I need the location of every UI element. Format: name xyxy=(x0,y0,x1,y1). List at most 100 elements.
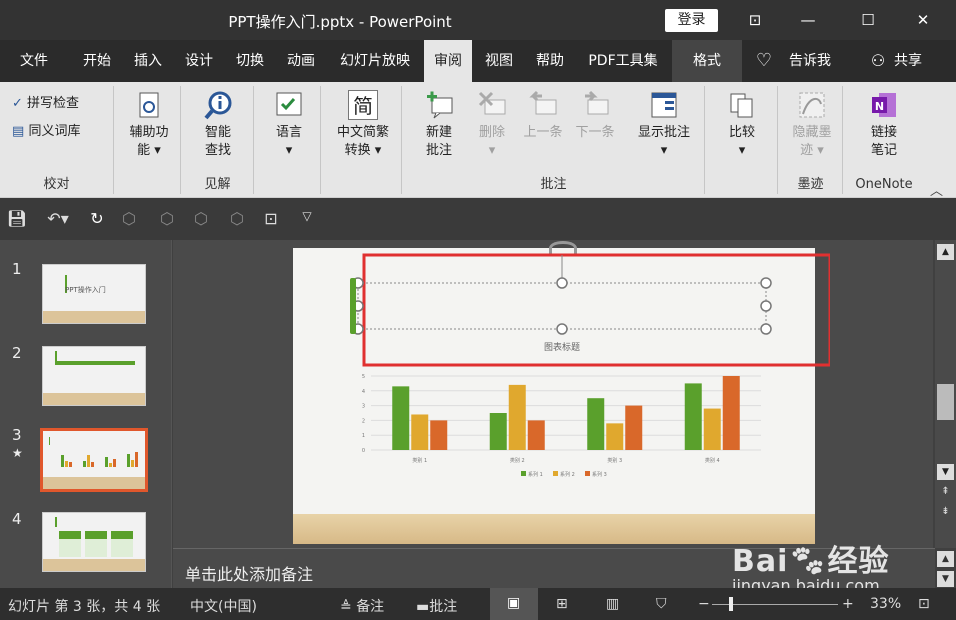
shape-icon-1[interactable]: ⬡ xyxy=(118,209,140,228)
share-button[interactable]: 共享 xyxy=(888,40,928,82)
shape-icon-4[interactable]: ⬡ xyxy=(226,209,248,228)
language-status[interactable]: 中文(中国) xyxy=(190,596,257,616)
comments-toggle-label: 批注 xyxy=(429,599,458,615)
fit-slide-icon[interactable]: ⊡ xyxy=(918,596,930,612)
group-onenote: N 链接 笔记 OneNote xyxy=(844,86,924,194)
new-comment-button[interactable]: 新建 批注 xyxy=(409,90,469,160)
chinese-convert-button[interactable]: 简 中文简繁 转换 ▾ xyxy=(328,90,398,160)
ribbon-display-icon[interactable]: ⊡ xyxy=(740,8,770,32)
linked-notes-button[interactable]: N 链接 笔记 xyxy=(856,90,912,160)
accessibility-button[interactable]: 辅助功能 ▾ xyxy=(121,90,177,160)
slide-sorter-icon[interactable]: ⊞ xyxy=(556,596,568,612)
hide-ink-icon xyxy=(799,92,825,118)
comment-icon: ▬ xyxy=(416,599,430,615)
next-comment-label: 下一条 xyxy=(575,125,615,140)
spell-check-button[interactable]: ✓ 拼写检查 xyxy=(12,92,79,111)
thesaurus-button[interactable]: ▤ 同义词库 xyxy=(12,120,80,139)
scroll-down-icon[interactable]: ▼ xyxy=(937,464,954,480)
thumb-floor xyxy=(43,311,145,323)
smart-lookup-label-2: 查找 xyxy=(204,143,231,158)
notes-placeholder: 单击此处添加备注 xyxy=(185,565,314,584)
undo-icon[interactable]: ↶▾ xyxy=(40,209,76,228)
zoom-in-button[interactable]: + xyxy=(842,596,854,612)
slide-thumbnail-2[interactable] xyxy=(42,346,146,406)
tab-format[interactable]: 格式 xyxy=(672,40,742,82)
tab-transitions[interactable]: 切换 xyxy=(226,40,274,82)
next-comment-icon xyxy=(585,90,609,115)
star-frame-icon[interactable]: ⊡ xyxy=(260,209,282,228)
resize-handle[interactable] xyxy=(556,277,568,289)
new-comment-icon xyxy=(427,91,453,119)
zoom-out-button[interactable]: − xyxy=(698,596,710,612)
legend-swatch xyxy=(553,471,558,476)
ribbon-tabs: 文件 开始 插入 设计 切换 动画 幻灯片放映 审阅 视图 帮助 PDF工具集 … xyxy=(0,40,956,82)
notes-toggle-button[interactable]: ≜ 备注 xyxy=(340,596,384,616)
maximize-icon[interactable]: ☐ xyxy=(853,8,883,32)
x-tick-label: 类别 2 xyxy=(510,457,525,464)
reading-view-icon[interactable]: ▥ xyxy=(606,596,619,612)
resize-handle[interactable] xyxy=(760,277,772,289)
tab-help[interactable]: 帮助 xyxy=(526,40,574,82)
minimize-icon[interactable]: — xyxy=(793,8,823,32)
next-comment-button[interactable]: 下一条 xyxy=(569,90,621,142)
hide-ink-button[interactable]: 隐藏墨迹 ▾ xyxy=(783,90,841,160)
slide-thumbnail-4[interactable] xyxy=(42,512,146,572)
collapse-ribbon-icon[interactable]: ︿ xyxy=(930,180,943,199)
resize-handle[interactable] xyxy=(760,300,772,312)
comments-toggle-button[interactable]: ▬批注 xyxy=(416,596,457,616)
save-icon[interactable]: 💾︎ xyxy=(6,209,28,228)
compare-icon xyxy=(730,93,753,118)
tab-pdf-tools[interactable]: PDF工具集 xyxy=(578,40,668,82)
zoom-level[interactable]: 33% xyxy=(870,596,901,612)
slide-number: 1 xyxy=(12,260,22,278)
delete-comment-button[interactable]: 删除 ▾ xyxy=(467,90,517,160)
shape-icon-3[interactable]: ⬡ xyxy=(190,209,212,228)
notes-toggle-label: 备注 xyxy=(356,599,385,615)
notes-scroll-up-icon[interactable]: ▲ xyxy=(937,551,954,567)
thumb-card xyxy=(111,531,133,557)
tell-me-search[interactable]: 告诉我 xyxy=(780,40,840,82)
show-comments-button[interactable]: 显示批注 ▾ xyxy=(629,90,699,160)
slide-thumbnail-3[interactable] xyxy=(40,428,148,492)
spell-check-label: 拼写检查 xyxy=(27,96,80,111)
next-slide-icon[interactable]: ⇟ xyxy=(937,506,954,517)
customize-toolbar-icon[interactable]: ▽ xyxy=(296,209,318,223)
shape-icon-2[interactable]: ⬡ xyxy=(156,209,178,228)
tab-design[interactable]: 设计 xyxy=(174,40,224,82)
smart-lookup-button[interactable]: 智能 查找 xyxy=(190,90,246,160)
tab-insert[interactable]: 插入 xyxy=(124,40,172,82)
chart-bar xyxy=(587,398,605,450)
slide-thumbnail-1[interactable]: PPT操作入门 xyxy=(42,264,146,324)
tab-animations[interactable]: 动画 xyxy=(276,40,326,82)
tab-slideshow[interactable]: 幻灯片放映 xyxy=(330,40,420,82)
scroll-thumb[interactable] xyxy=(937,384,954,420)
slideshow-icon[interactable]: ⛉ xyxy=(656,596,667,612)
tab-view[interactable]: 视图 xyxy=(474,40,524,82)
resize-handle[interactable] xyxy=(556,323,568,335)
language-button[interactable]: 语言 ▾ xyxy=(261,90,317,160)
group-language: 语言 ▾ xyxy=(255,86,321,194)
compare-button[interactable]: 比较 ▾ xyxy=(714,90,770,160)
redo-icon[interactable]: ↻ xyxy=(86,209,108,228)
previous-slide-icon[interactable]: ⇞ xyxy=(937,486,954,497)
vertical-scrollbar[interactable]: ▲ ▼ ⇞ ⇟ xyxy=(935,240,956,548)
zoom-slider-thumb[interactable] xyxy=(729,597,733,611)
close-icon[interactable]: ✕ xyxy=(908,8,938,32)
show-comments-label: 显示批注 xyxy=(637,125,690,140)
notes-scroll-down-icon[interactable]: ▼ xyxy=(937,571,954,587)
paw-icon: 🐾︎ xyxy=(788,544,828,579)
tab-home[interactable]: 开始 xyxy=(72,40,122,82)
previous-comment-button[interactable]: 上一条 xyxy=(517,90,569,142)
chart-bar xyxy=(392,386,410,450)
tab-file[interactable]: 文件 xyxy=(8,40,60,82)
hide-ink-label-2: 迹 xyxy=(800,143,814,158)
tab-review[interactable]: 审阅 xyxy=(424,40,472,82)
normal-view-button[interactable]: ▣ xyxy=(490,588,538,620)
chinese-convert-label-2: 转换 xyxy=(344,143,371,158)
y-tick-label: 2 xyxy=(362,418,365,424)
login-button[interactable]: 登录 xyxy=(665,9,718,32)
y-tick-label: 0 xyxy=(362,448,365,454)
simplified-chinese-icon: 简 xyxy=(348,90,378,120)
scroll-up-icon[interactable]: ▲ xyxy=(937,244,954,260)
resize-handle[interactable] xyxy=(760,323,772,335)
